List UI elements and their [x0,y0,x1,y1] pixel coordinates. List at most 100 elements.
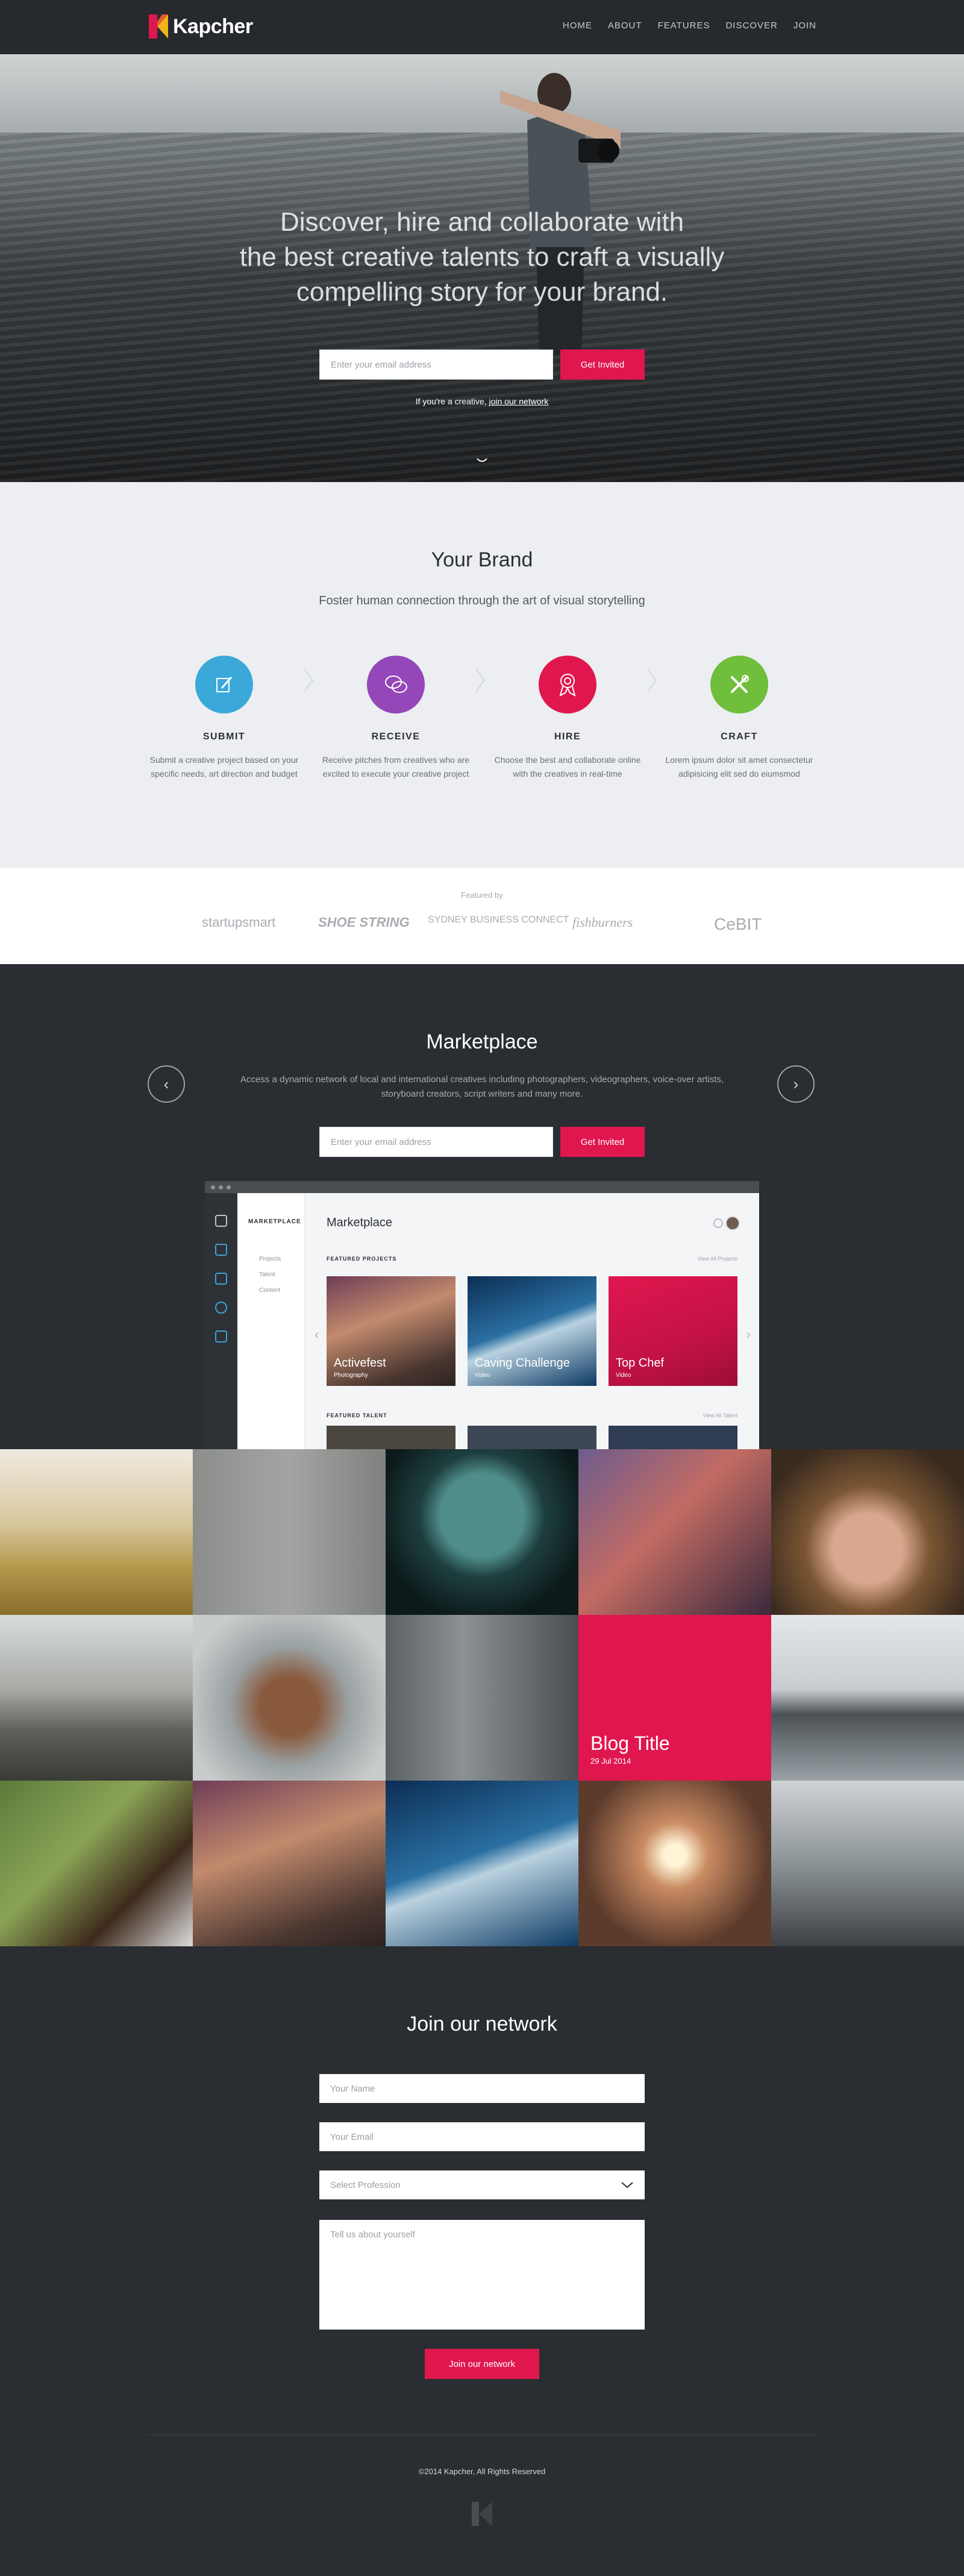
nav-home[interactable]: HOME [563,20,592,31]
photo-tile[interactable] [193,1615,386,1781]
photo-tile[interactable] [771,1615,964,1781]
featured-by-label: Featured by [461,891,503,900]
step-description: Submit a creative project based on your … [149,755,299,779]
calendar-icon[interactable] [215,1330,227,1343]
chevron-left-icon[interactable]: ‹ [315,1327,319,1343]
project-card-tag: Video [475,1372,490,1379]
compass-icon[interactable] [215,1302,227,1314]
project-card-top-chef[interactable]: Top Chef Video [609,1276,737,1386]
hero-headline: Discover, hire and collaborate with the … [181,205,783,310]
photo-tile[interactable] [578,1781,771,1946]
briefcase-icon[interactable] [215,1273,227,1285]
partner-logo-cebit: CeBIT [714,915,762,933]
app-menu-projects[interactable]: Projects [259,1256,281,1262]
project-card-title: Top Chef [616,1356,665,1370]
hero-creative-note: If you're a creative, join our network [301,396,663,406]
folder-icon[interactable] [215,1244,227,1256]
blog-tile[interactable]: Blog Title 29 Jul 2014 [578,1615,771,1781]
join-network-section: Join our network Your Name Your Email Se… [0,1946,964,2576]
app-menu-talent[interactable]: Talent [259,1271,275,1278]
photo-tile[interactable] [578,1449,771,1615]
brand-name: Kapcher [173,14,253,38]
join-network-link[interactable]: join our network [489,396,548,406]
app-main-area: Marketplace FEATURED PROJECTS View All P… [305,1193,759,1449]
scroll-down-chevron-icon[interactable] [476,457,488,465]
profession-select-value: Select Profession [330,2180,401,2190]
nav-about[interactable]: ABOUT [608,20,642,31]
avatar[interactable] [725,1216,740,1230]
talent-thumbnail[interactable] [327,1426,455,1449]
view-all-projects-link[interactable]: View All Projects [698,1256,737,1262]
step-hire: HIRE Choose the best and collaborate onl… [492,656,643,781]
partner-logo-sydney-business-connect: SYDNEY BUSINESS CONNECT [428,915,569,925]
footer-divider [148,2434,816,2435]
hero-section: Discover, hire and collaborate with the … [0,54,964,482]
kapcher-footer-logo-icon[interactable] [472,2502,492,2526]
name-input[interactable]: Your Name [319,2074,645,2103]
photo-tile[interactable] [386,1615,578,1781]
step-craft: CRAFT Lorem ipsum dolor sit amet consect… [664,656,815,781]
step-title: HIRE [554,732,581,742]
window-titlebar [205,1181,759,1193]
copyright-text: ©2014 Kapcher, All Rights Reserved [418,2467,546,2476]
email-input[interactable]: Your Email [319,2122,645,2151]
photo-tile[interactable] [0,1449,193,1615]
app-sidebar [205,1193,237,1449]
partner-logo-shoestring: SHOE STRING [318,915,410,930]
nav-discover[interactable]: DISCOVER [725,20,777,31]
about-textarea[interactable]: Tell us about yourself [319,2220,645,2330]
featured-projects-heading: FEATURED PROJECTS [327,1256,397,1262]
hero-get-invited-button[interactable]: Get Invited [560,349,645,380]
step-title: SUBMIT [202,732,246,742]
featured-by-section: Featured by startupsmart SHOE STRING SYD… [0,868,964,964]
marketplace-title: Marketplace [426,1030,538,1053]
project-card-caving-challenge[interactable]: Caving Challenge Video [468,1276,596,1386]
step-description: Receive pitches from creatives who are e… [322,755,470,779]
photo-tile[interactable] [0,1781,193,1946]
step-title: CRAFT [721,732,758,742]
project-card-title: Caving Challenge [475,1356,570,1370]
step-description: Lorem ipsum dolor sit amet consectetur a… [665,755,813,779]
chevron-right-icon [647,668,657,692]
hero-note-prefix: If you're a creative, [415,396,487,406]
talent-thumbnail[interactable] [468,1426,596,1449]
photo-tile[interactable] [771,1781,964,1946]
nav-join[interactable]: JOIN [793,20,816,31]
award-icon [539,656,596,713]
app-preview-window: MARKETPLACE Projects Talent Content Mark… [205,1181,759,1449]
app-menu-content[interactable]: Content [259,1287,280,1294]
hero-headline-line-3: compelling story for your brand. [296,277,668,307]
step-receive: RECEIVE Receive pitches from creatives w… [321,656,471,781]
photo-grid: Blog Title 29 Jul 2014 [0,1449,964,1946]
join-network-button[interactable]: Join our network [425,2349,539,2379]
carousel-next-button[interactable]: › [777,1065,815,1103]
marketplace-get-invited-button[interactable]: Get Invited [560,1127,645,1157]
hero-email-input[interactable]: Enter your email address [319,349,553,380]
chevron-right-icon[interactable]: › [746,1327,751,1343]
app-menu-header: MARKETPLACE [248,1218,301,1225]
lock-icon[interactable] [215,1215,227,1227]
photo-tile[interactable] [386,1449,578,1615]
brand-logo[interactable]: Kapcher [149,13,253,40]
brand-subtitle: Foster human connection through the art … [319,594,645,607]
photo-tile[interactable] [386,1781,578,1946]
tools-icon [710,656,768,713]
view-all-talent-link[interactable]: View All Talent [703,1412,737,1418]
photo-tile[interactable] [771,1449,964,1615]
app-secondary-menu: MARKETPLACE Projects Talent Content [237,1193,305,1449]
partner-logo-startupsmart: startupsmart [202,915,276,930]
chevron-left-icon: ‹ [163,1074,169,1093]
chevron-right-icon: › [793,1074,799,1093]
project-card-activefest[interactable]: Activefest Photography [327,1276,455,1386]
marketplace-email-input[interactable]: Enter your email address [319,1127,553,1157]
photo-tile[interactable] [0,1615,193,1781]
photo-tile[interactable] [193,1781,386,1946]
carousel-prev-button[interactable]: ‹ [148,1065,185,1103]
profession-select[interactable]: Select Profession [319,2170,645,2199]
nav-features[interactable]: FEATURES [658,20,710,31]
step-description: Choose the best and collaborate online w… [494,755,641,779]
photo-tile[interactable] [193,1449,386,1615]
project-card-tag: Video [616,1372,631,1379]
talent-thumbnail[interactable] [609,1426,737,1449]
search-icon[interactable] [713,1218,723,1228]
